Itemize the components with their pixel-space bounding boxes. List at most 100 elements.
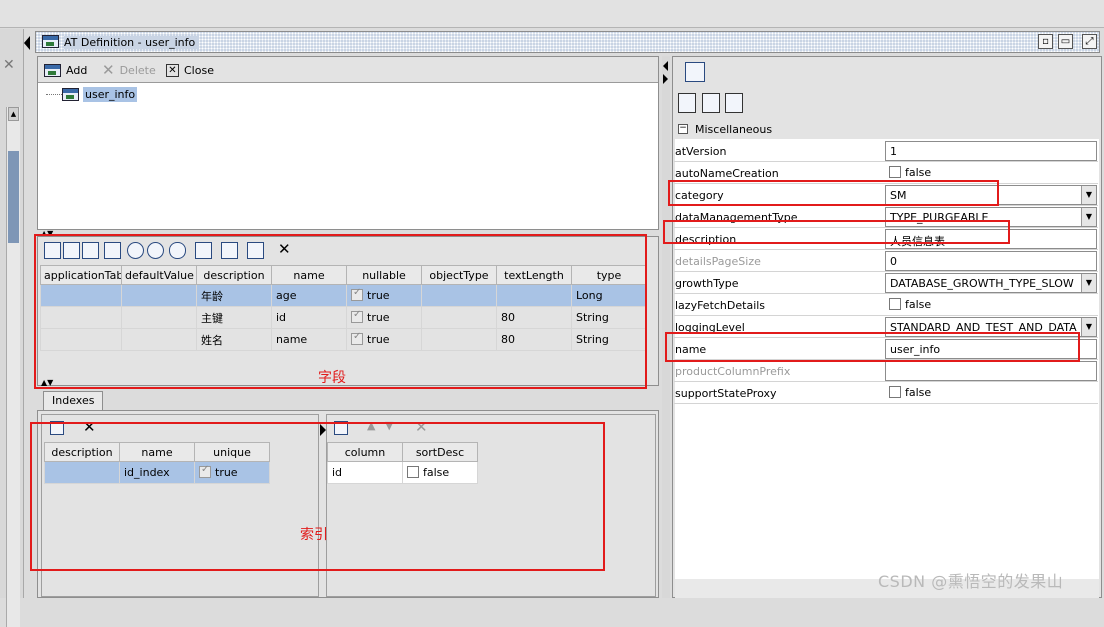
- column-header[interactable]: column: [327, 442, 403, 462]
- cell[interactable]: 年龄: [196, 284, 272, 307]
- move-down-icon[interactable]: ▼: [385, 419, 393, 432]
- cell[interactable]: [121, 306, 197, 329]
- cell[interactable]: Long: [571, 284, 647, 307]
- column-header[interactable]: unique: [194, 442, 270, 462]
- cell[interactable]: String: [571, 306, 647, 329]
- remove-index-icon[interactable]: ✕: [83, 418, 96, 436]
- table-row[interactable]: 主键 id true 80 String: [40, 306, 647, 329]
- close-button[interactable]: ✕ Close: [166, 61, 214, 79]
- cell[interactable]: [40, 284, 122, 307]
- column-header[interactable]: description: [44, 442, 120, 462]
- prop-row-autonamecreation[interactable]: autoNameCreation false: [674, 162, 1098, 184]
- categorized-icon[interactable]: [702, 93, 720, 113]
- cell[interactable]: id_index: [119, 461, 195, 484]
- prop-row-productcolumnprefix[interactable]: productColumnPrefix: [674, 360, 1098, 382]
- float-window-icon[interactable]: ▫: [1038, 34, 1053, 49]
- column-header[interactable]: objectType: [421, 265, 497, 285]
- column-header[interactable]: name: [119, 442, 195, 462]
- splitter-arrows-icon[interactable]: [663, 60, 671, 100]
- restore-window-icon[interactable]: ▭: [1058, 34, 1073, 49]
- close-icon[interactable]: ✕: [3, 57, 15, 73]
- table-row[interactable]: 姓名 name true 80 String: [40, 328, 647, 351]
- dropdown-arrow-icon[interactable]: ▼: [1081, 274, 1096, 292]
- dropdown-arrow-icon[interactable]: ▼: [1081, 208, 1096, 226]
- cell[interactable]: true: [346, 306, 422, 329]
- vertical-splitter[interactable]: [662, 56, 670, 598]
- cell[interactable]: [121, 284, 197, 307]
- add-button[interactable]: Add: [44, 61, 87, 79]
- cell[interactable]: String: [571, 328, 647, 351]
- cell[interactable]: 姓名: [196, 328, 272, 351]
- date-field-icon[interactable]: [127, 242, 144, 259]
- column-header[interactable]: defaultValue: [121, 265, 197, 285]
- checkbox[interactable]: [889, 166, 901, 178]
- scrollbar-thumb[interactable]: [8, 151, 19, 243]
- prop-value-combo[interactable]: TYPE_PURGEABLE ▼: [885, 207, 1097, 227]
- cell[interactable]: name: [271, 328, 347, 351]
- add-column-icon[interactable]: [334, 421, 348, 435]
- collapse-left-arrow-icon[interactable]: [24, 34, 30, 52]
- column-header[interactable]: sortDesc: [402, 442, 478, 462]
- prop-row-detailspagesize[interactable]: detailsPageSize 0: [674, 250, 1098, 272]
- properties-icon[interactable]: [221, 242, 238, 259]
- column-header[interactable]: textLength: [496, 265, 572, 285]
- dropdown-arrow-icon[interactable]: ▼: [1081, 186, 1096, 204]
- collapse-section-icon[interactable]: −: [678, 124, 688, 134]
- delete-button[interactable]: ✕ Delete: [102, 61, 156, 79]
- cell[interactable]: 80: [496, 328, 572, 351]
- prop-row-logginglevel[interactable]: loggingLevel STANDARD_AND_TEST_AND_DATA ▼: [674, 316, 1098, 338]
- sort-alpha-icon[interactable]: [678, 93, 696, 113]
- prop-value-checkbox[interactable]: false: [885, 163, 1097, 183]
- prop-value-input[interactable]: user_info: [885, 339, 1097, 359]
- prop-value-input[interactable]: [885, 361, 1097, 381]
- prop-row-atversion[interactable]: atVersion 1: [674, 140, 1098, 162]
- remove-column-icon[interactable]: ✕: [415, 418, 428, 436]
- prop-value-input[interactable]: 0: [885, 251, 1097, 271]
- nullable-checkbox[interactable]: [351, 331, 363, 345]
- cell[interactable]: age: [271, 284, 347, 307]
- table-row[interactable]: id_index true: [44, 461, 270, 484]
- cell[interactable]: [121, 328, 197, 351]
- cell[interactable]: [40, 306, 122, 329]
- maximize-window-icon[interactable]: ⤢: [1082, 34, 1097, 49]
- section-header[interactable]: − Miscellaneous: [677, 121, 1101, 139]
- cell[interactable]: [421, 306, 497, 329]
- prop-value-combo[interactable]: SM ▼: [885, 185, 1097, 205]
- prop-value-combo[interactable]: DATABASE_GROWTH_TYPE_SLOW ▼: [885, 273, 1097, 293]
- remove-field-icon[interactable]: ✕: [278, 240, 291, 258]
- cell[interactable]: false: [402, 461, 478, 484]
- cell[interactable]: [40, 328, 122, 351]
- cell[interactable]: [421, 284, 497, 307]
- object-field-icon[interactable]: [147, 242, 164, 259]
- move-up-icon[interactable]: ▲: [367, 419, 375, 432]
- dropdown-arrow-icon[interactable]: ▼: [1081, 318, 1096, 336]
- table-row[interactable]: id false: [327, 461, 478, 484]
- cell[interactable]: true: [194, 461, 270, 484]
- nullable-checkbox[interactable]: [351, 309, 363, 323]
- cell[interactable]: true: [346, 284, 422, 307]
- prop-row-category[interactable]: category SM ▼: [674, 184, 1098, 206]
- prop-value-checkbox[interactable]: false: [885, 383, 1097, 403]
- prop-row-lazyfetchdetails[interactable]: lazyFetchDetails false: [674, 294, 1098, 316]
- column-header[interactable]: name: [271, 265, 347, 285]
- column-header[interactable]: nullable: [346, 265, 422, 285]
- description-toggle-icon[interactable]: [725, 93, 743, 113]
- cell[interactable]: id: [271, 306, 347, 329]
- text-field-icon[interactable]: [63, 242, 80, 259]
- prop-row-name[interactable]: name user_info: [674, 338, 1098, 360]
- tab-indexes[interactable]: Indexes: [43, 391, 104, 411]
- column-header[interactable]: type: [571, 265, 647, 285]
- cell[interactable]: [421, 328, 497, 351]
- prop-row-description[interactable]: description 人员信息表: [674, 228, 1098, 250]
- unique-checkbox[interactable]: [199, 464, 211, 478]
- prop-row-datamanagementtype[interactable]: dataManagementType TYPE_PURGEABLE ▼: [674, 206, 1098, 228]
- cell[interactable]: 主键: [196, 306, 272, 329]
- insert-field-icon[interactable]: [195, 242, 212, 259]
- prop-value-input[interactable]: 1: [885, 141, 1097, 161]
- nullable-checkbox[interactable]: [351, 287, 363, 301]
- prop-value-input[interactable]: 人员信息表: [885, 229, 1097, 249]
- checkbox[interactable]: [889, 386, 901, 398]
- tree-node-user-info[interactable]: user_info: [83, 87, 138, 102]
- column-header[interactable]: description: [196, 265, 272, 285]
- sortdesc-checkbox[interactable]: [407, 466, 419, 478]
